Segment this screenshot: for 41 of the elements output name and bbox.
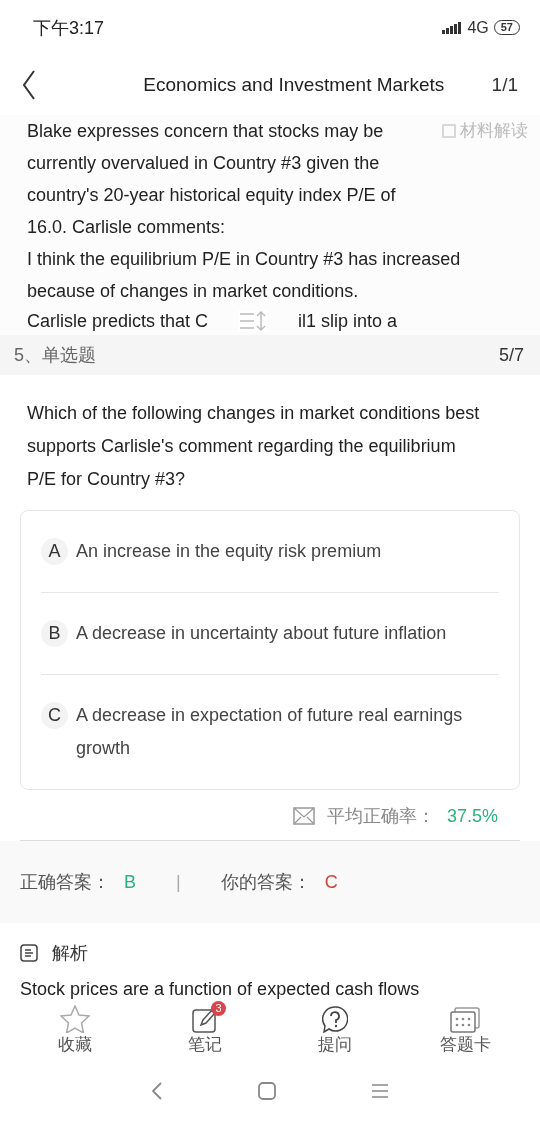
signal-icon [442,21,463,34]
passage-text: Blake expresses concern that stocks may be currently overvalued in Country #3 given the country's 20-year historical equity index P/E of 16.0. Carlisle comments: [27,120,397,239]
analysis-title: 解析 [52,942,88,965]
option-text[interactable]: A decrease in expectation of future real earnings growth [76,699,499,765]
passage-text: I think the equilibrium P/E in Country #3 has increased because of changes in market conditions. [27,248,462,303]
page-counter: 1/1 [491,74,518,96]
network-label: 4G [467,18,489,37]
back-icon[interactable] [22,70,36,100]
count-badge: 3 [211,1001,226,1016]
nav-label[interactable]: 答题卡 [439,1033,491,1056]
option-letter[interactable]: C [41,702,68,729]
option-letter[interactable]: B [41,620,68,647]
passage-text: il1 slip into a [298,310,398,333]
accuracy-label: 平均正确率： [326,805,435,828]
your-answer: C [324,871,338,893]
option-text[interactable]: An increase in the equity risk premium [76,535,382,568]
passage-text: Carlisle predicts that C [27,310,209,333]
clock: 下午3:17 [33,16,105,40]
question-text: Which of the following changes in market conditions best supports Carlisle's comment regarding the equilibrium P/E for Country #3? [26,402,481,491]
document-icon [20,944,38,962]
correct-answer-label: 正确答案： [20,871,110,894]
page-title: Economics and Investment Markets [143,74,445,96]
nav-label[interactable]: 笔记 [188,1033,222,1056]
note-icon[interactable] [192,1007,218,1033]
option-text[interactable]: A decrease in uncertainty about future inflation [76,617,447,650]
home-icon[interactable] [258,1082,276,1100]
menu-icon[interactable] [371,1084,389,1098]
star-icon[interactable] [60,1005,90,1033]
your-answer-label: 你的答案： [220,871,311,894]
square-icon [442,124,456,138]
mail-icon[interactable] [292,807,315,825]
correct-answer: B [124,871,136,893]
option-letter[interactable]: A [41,538,68,565]
question-type: 5、单选题 [14,344,96,367]
question-bubble-icon[interactable] [322,1006,348,1033]
accuracy-value: 37.5% [446,805,498,827]
nav-label[interactable]: 提问 [318,1033,352,1056]
analysis-text: Stock prices are a function of expected cash flows [19,978,421,1001]
separator: | [176,871,181,893]
nav-label[interactable]: 收藏 [58,1033,92,1056]
answer-sheet-icon[interactable] [450,1007,480,1033]
